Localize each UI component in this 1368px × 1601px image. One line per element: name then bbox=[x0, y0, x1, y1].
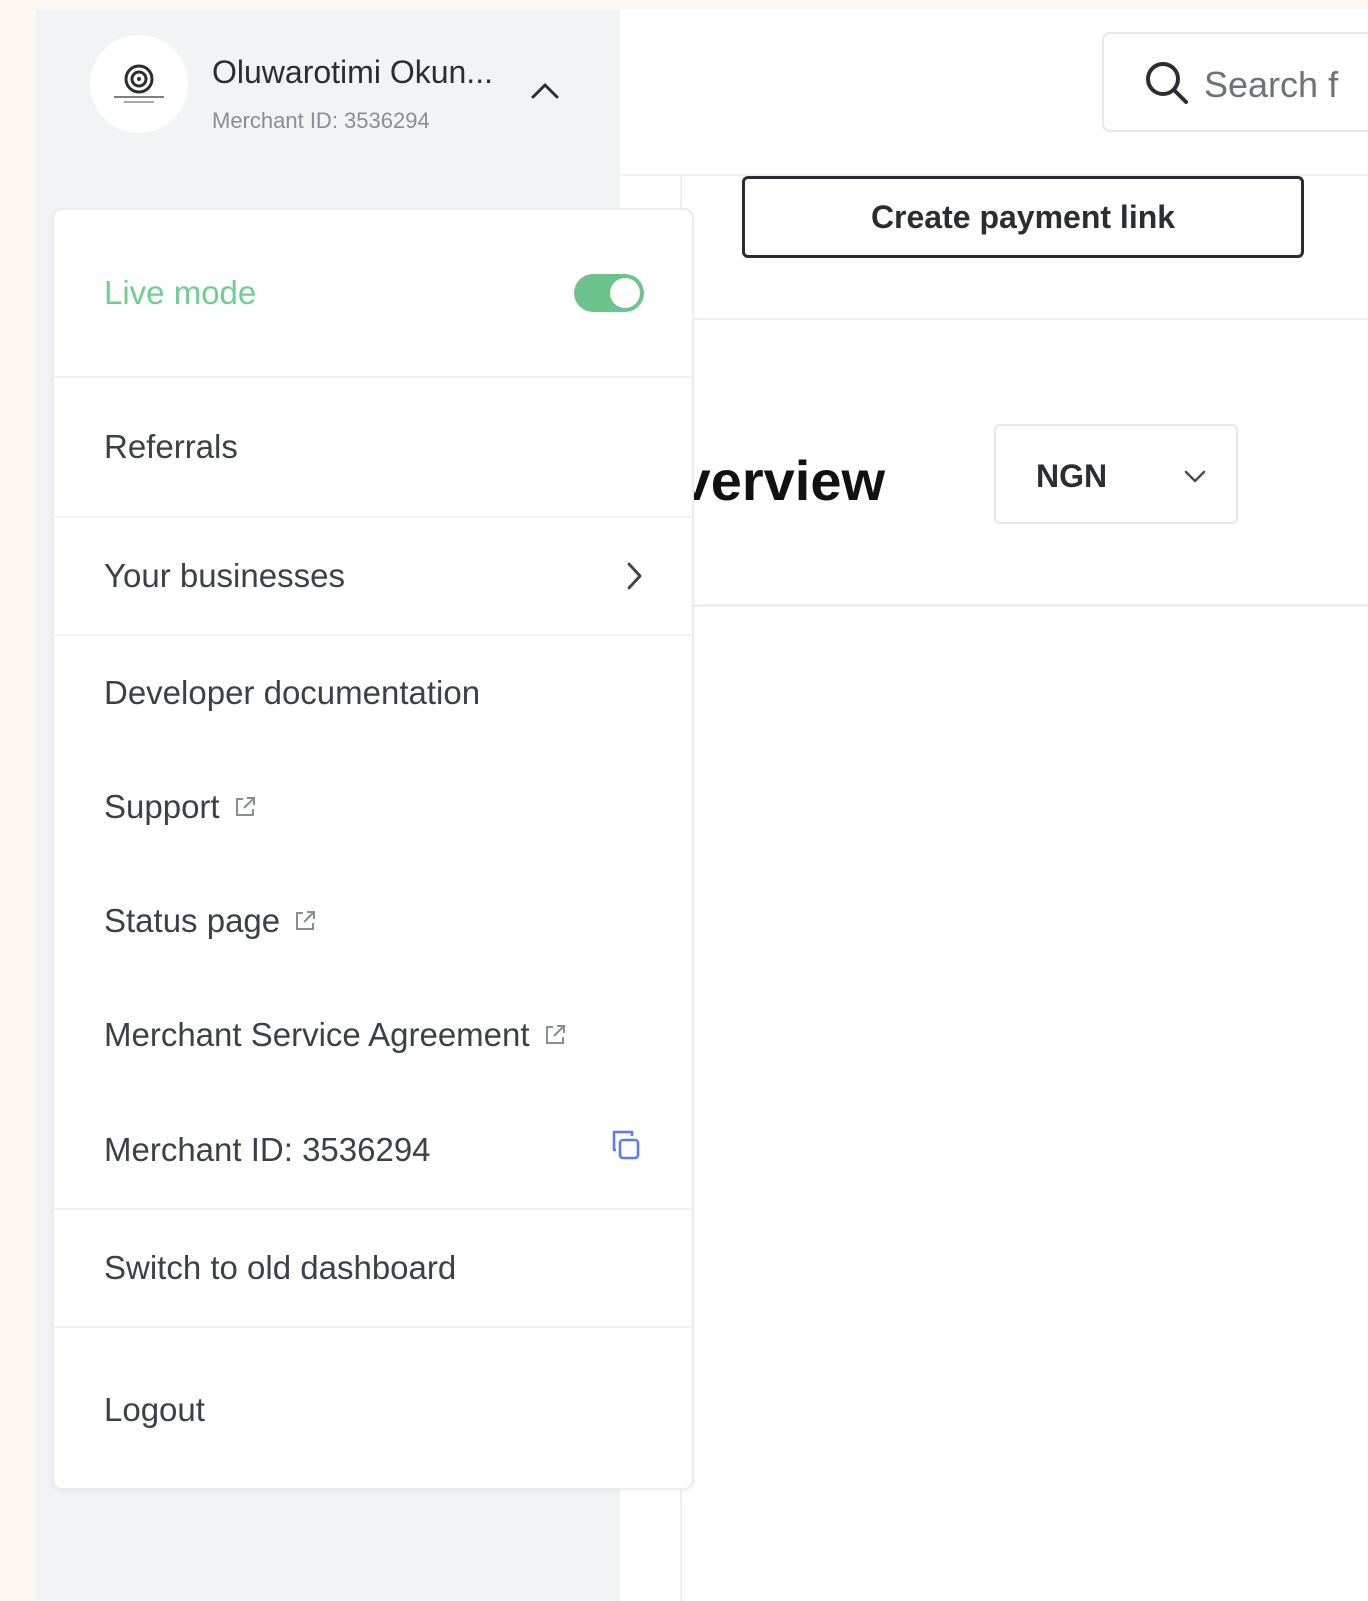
app-frame: Search f Create payment link Overview NG… bbox=[36, 10, 1368, 1601]
profile-name: Oluwarotimi Okun... bbox=[212, 54, 493, 90]
create-payment-link-button[interactable]: Create payment link bbox=[742, 176, 1304, 258]
menu-item-label: Developer documentation bbox=[104, 674, 481, 711]
currency-value: NGN bbox=[1036, 458, 1108, 494]
menu-item-label: Your businesses bbox=[104, 557, 345, 594]
search-input[interactable]: Search f bbox=[1102, 32, 1368, 132]
live-mode-row: Live mode bbox=[54, 210, 692, 376]
search-icon bbox=[1146, 62, 1188, 104]
menu-item-status-page[interactable]: Status page bbox=[54, 864, 692, 978]
menu-item-label: Switch to old dashboard bbox=[104, 1249, 457, 1286]
menu-item-merchant-service-agreement[interactable]: Merchant Service Agreement bbox=[54, 978, 692, 1092]
chevron-up-icon[interactable] bbox=[528, 76, 562, 106]
divider bbox=[682, 318, 1368, 320]
live-mode-label: Live mode bbox=[104, 274, 257, 311]
menu-item-your-businesses[interactable]: Your businesses bbox=[54, 518, 692, 634]
account-menu: Live mode Referrals Your businesses Deve… bbox=[52, 208, 694, 1490]
chevron-down-icon bbox=[1184, 470, 1206, 483]
menu-item-label: Support bbox=[104, 788, 220, 825]
menu-item-merchant-id: Merchant ID: 3536294 bbox=[54, 1092, 692, 1208]
sidebar: Oluwarotimi Okun... Merchant ID: 3536294… bbox=[36, 10, 694, 1601]
copy-icon[interactable] bbox=[608, 1126, 644, 1164]
menu-item-label: Merchant Service Agreement bbox=[104, 1016, 530, 1053]
external-link-icon bbox=[545, 1025, 565, 1044]
menu-item-label: Merchant ID: 3536294 bbox=[104, 1131, 431, 1168]
menu-item-support[interactable]: Support bbox=[54, 750, 692, 864]
menu-item-label: Status page bbox=[104, 902, 281, 939]
external-link-icon bbox=[296, 911, 316, 930]
profile-header[interactable]: Oluwarotimi Okun... Merchant ID: 3536294 bbox=[36, 10, 620, 160]
menu-item-label: Referrals bbox=[104, 428, 238, 465]
menu-item-referrals[interactable]: Referrals bbox=[54, 378, 692, 516]
search-placeholder: Search f bbox=[1204, 64, 1339, 105]
menu-item-label: Logout bbox=[104, 1391, 205, 1428]
live-mode-toggle[interactable] bbox=[574, 274, 644, 312]
menu-item-switch-dashboard[interactable]: Switch to old dashboard bbox=[54, 1210, 692, 1326]
menu-item-developer-documentation[interactable]: Developer documentation bbox=[54, 636, 692, 750]
chevron-right-icon bbox=[627, 562, 642, 590]
avatar bbox=[90, 35, 188, 133]
external-link-icon bbox=[235, 797, 255, 816]
profile-merchant-id: Merchant ID: 3536294 bbox=[212, 108, 430, 133]
currency-select[interactable]: NGN bbox=[994, 424, 1238, 524]
menu-item-logout[interactable]: Logout bbox=[54, 1328, 692, 1488]
logo-icon bbox=[114, 64, 164, 103]
divider bbox=[682, 604, 1368, 607]
